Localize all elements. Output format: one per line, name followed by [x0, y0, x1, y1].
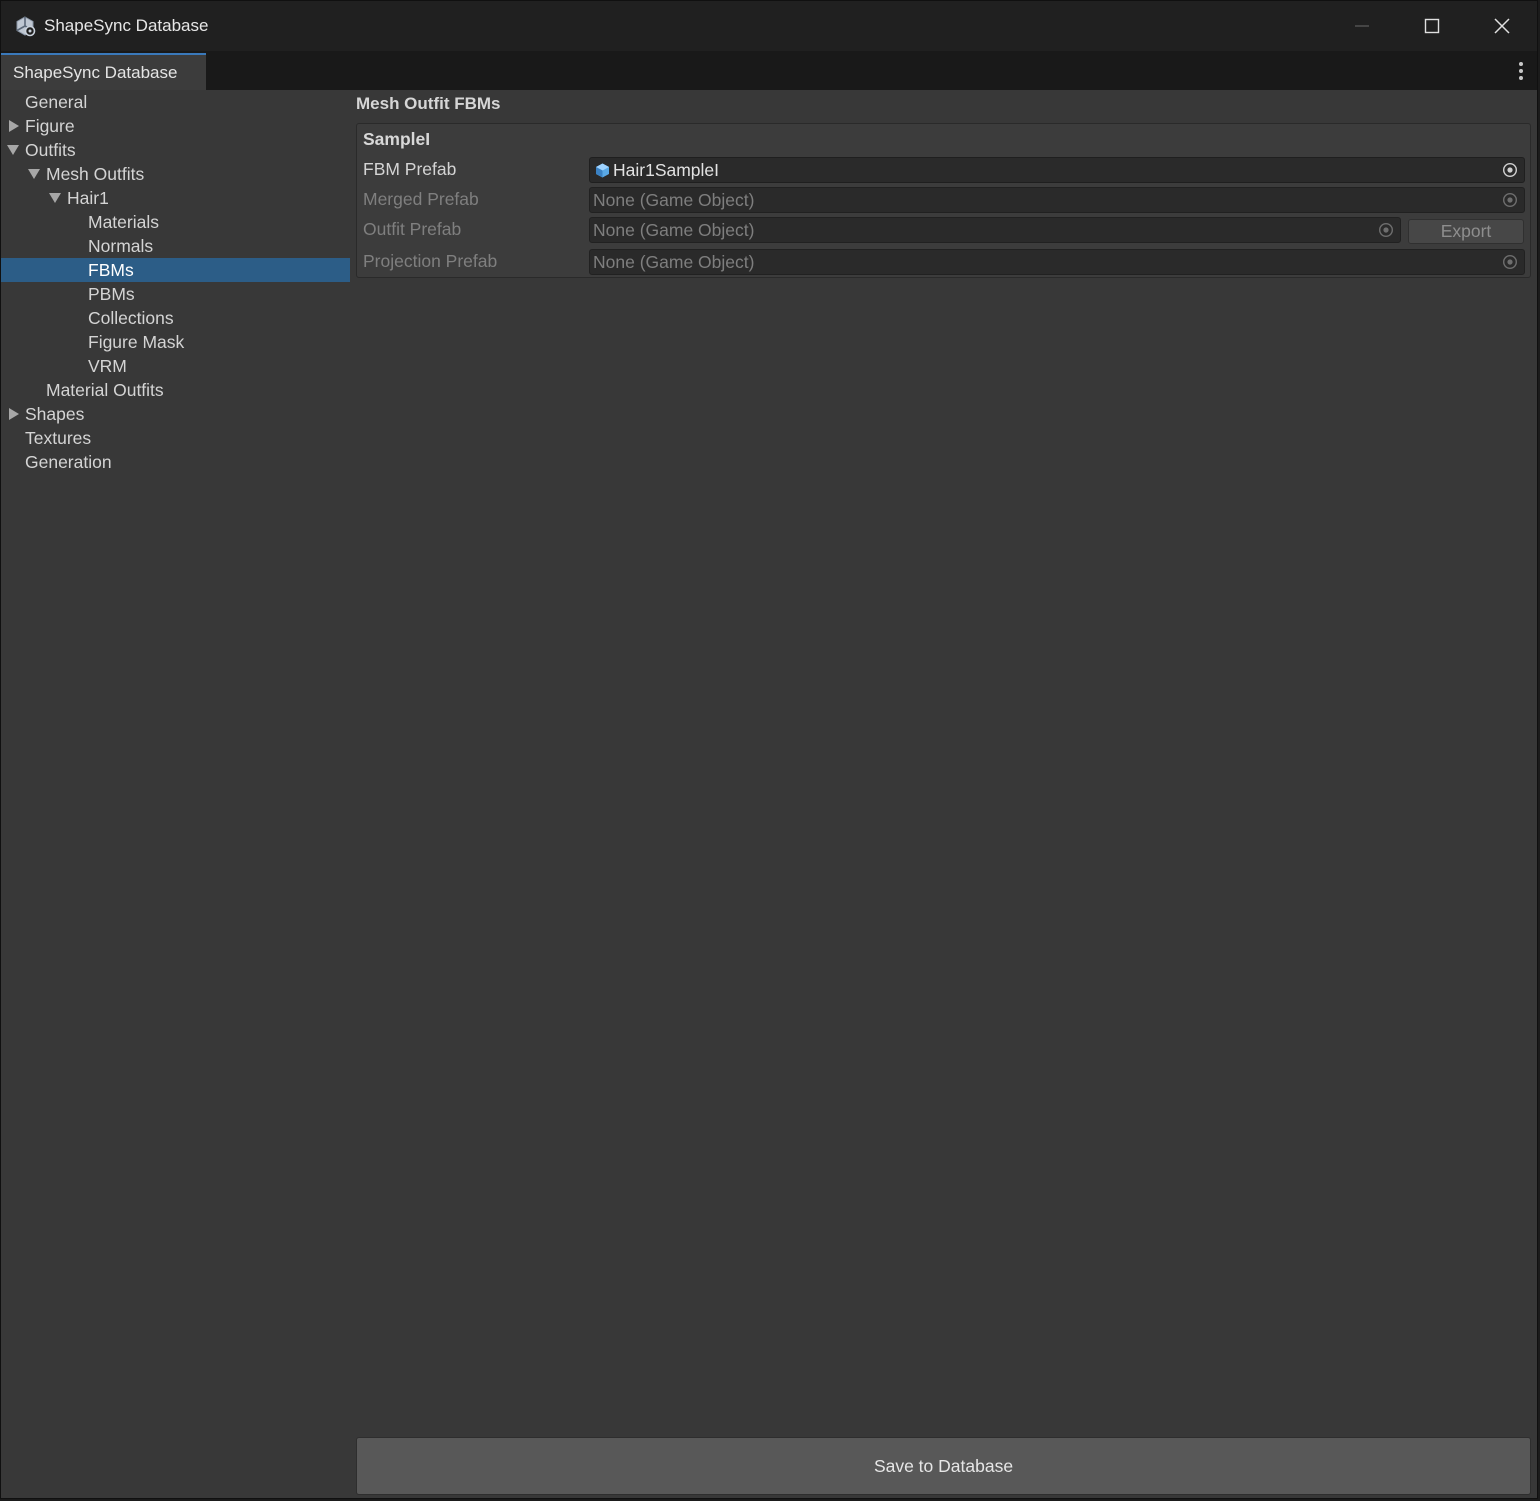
fbm-prefab-value: Hair1SampleI [613, 159, 720, 180]
tree-item-pbms[interactable]: PBMs [1, 282, 350, 306]
tree-item-label: VRM [88, 355, 127, 376]
merged-prefab-field[interactable]: None (Game Object) [589, 187, 1525, 213]
merged-prefab-value: None (Game Object) [593, 189, 755, 210]
tree-item-label: Normals [88, 235, 154, 256]
tree-item-textures[interactable]: Textures [1, 426, 350, 450]
tree-item-label: Collections [88, 307, 174, 328]
tree-item-label: FBMs [88, 259, 134, 280]
tree-item-label: Shapes [25, 403, 85, 424]
tree-item-label: Mesh Outfits [46, 163, 145, 184]
merged-prefab-label: Merged Prefab [363, 189, 479, 209]
content-area: Mesh Outfit FBMs SampleI FBM Prefab Hair… [350, 90, 1537, 1498]
outfit-prefab-field[interactable]: None (Game Object) [589, 217, 1401, 243]
maximize-button[interactable] [1397, 1, 1467, 51]
maximize-icon [1424, 18, 1440, 34]
panel-title: SampleI [363, 129, 431, 149]
fbm-prefab-label: FBM Prefab [363, 159, 457, 179]
close-icon [1494, 18, 1510, 34]
tree-item-outfits[interactable]: Outfits [1, 138, 350, 162]
fbm-panel: SampleI FBM Prefab Hair1SampleI Merged P… [356, 123, 1531, 278]
shapesync-window: ShapeSync Database ShapeSync Database Ge… [0, 0, 1538, 1499]
tab-label: ShapeSync Database [13, 62, 178, 82]
outfit-prefab-value: None (Game Object) [593, 219, 755, 240]
minimize-button[interactable] [1327, 1, 1397, 51]
tree-item-label: General [25, 91, 88, 112]
object-picker-icon[interactable] [1502, 162, 1518, 178]
tree-item-label: Material Outfits [46, 379, 164, 400]
tree-item-label: Generation [25, 451, 112, 472]
minimize-icon [1355, 25, 1369, 27]
fbm-prefab-field[interactable]: Hair1SampleI [589, 157, 1525, 183]
window-controls [1327, 1, 1537, 51]
title-bar[interactable]: ShapeSync Database [1, 1, 1537, 51]
caret-down-icon[interactable] [7, 145, 19, 155]
tree-item-label: Figure [25, 115, 75, 136]
window-title: ShapeSync Database [44, 16, 209, 35]
close-button[interactable] [1467, 1, 1537, 51]
object-picker-icon[interactable] [1502, 192, 1518, 208]
tab-strip: ShapeSync Database [1, 51, 1537, 90]
tree-item-label: Outfits [25, 139, 76, 160]
tree-item-collections[interactable]: Collections [1, 306, 350, 330]
object-picker-icon[interactable] [1502, 254, 1518, 270]
tree-item-label: PBMs [88, 283, 135, 304]
tree-item-normals[interactable]: Normals [1, 234, 350, 258]
section-title: Mesh Outfit FBMs [356, 94, 501, 113]
tree-item-label: Materials [88, 211, 159, 232]
caret-right-icon[interactable] [9, 120, 19, 132]
object-picker-icon[interactable] [1378, 222, 1394, 238]
tree-item-label: Textures [25, 427, 92, 448]
export-button[interactable]: Export [1408, 219, 1524, 244]
tree-item-hair1[interactable]: Hair1 [1, 186, 350, 210]
outfit-prefab-label: Outfit Prefab [363, 219, 462, 239]
caret-right-icon[interactable] [9, 408, 19, 420]
tree-item-figure[interactable]: Figure [1, 114, 350, 138]
caret-down-icon[interactable] [28, 169, 40, 179]
tree-item-label: Hair1 [67, 187, 109, 208]
navigation-tree: General Figure Outfits Mesh Outfits Hair1 Mat… [1, 90, 350, 1498]
projection-prefab-value: None (Game Object) [593, 251, 755, 272]
save-to-database-button[interactable]: Save to Database [356, 1437, 1531, 1495]
tree-item-shapes[interactable]: Shapes [1, 402, 350, 426]
tree-item-material-outfits[interactable]: Material Outfits [1, 378, 350, 402]
tab-shapesync-database[interactable]: ShapeSync Database [1, 53, 206, 90]
projection-prefab-label: Projection Prefab [363, 251, 498, 271]
tree-item-general[interactable]: General [1, 90, 350, 114]
prefab-icon [594, 162, 611, 179]
more-options-icon[interactable] [1517, 62, 1525, 80]
caret-down-icon[interactable] [49, 193, 61, 203]
tree-item-figure-mask[interactable]: Figure Mask [1, 330, 350, 354]
tree-item-mesh-outfits[interactable]: Mesh Outfits [1, 162, 350, 186]
tree-item-materials[interactable]: Materials [1, 210, 350, 234]
tree-item-fbms[interactable]: FBMs [1, 258, 350, 282]
unity-app-icon [14, 15, 36, 37]
projection-prefab-field[interactable]: None (Game Object) [589, 249, 1525, 275]
tree-item-vrm[interactable]: VRM [1, 354, 350, 378]
tree-item-label: Figure Mask [88, 331, 185, 352]
tree-item-generation[interactable]: Generation [1, 450, 350, 474]
